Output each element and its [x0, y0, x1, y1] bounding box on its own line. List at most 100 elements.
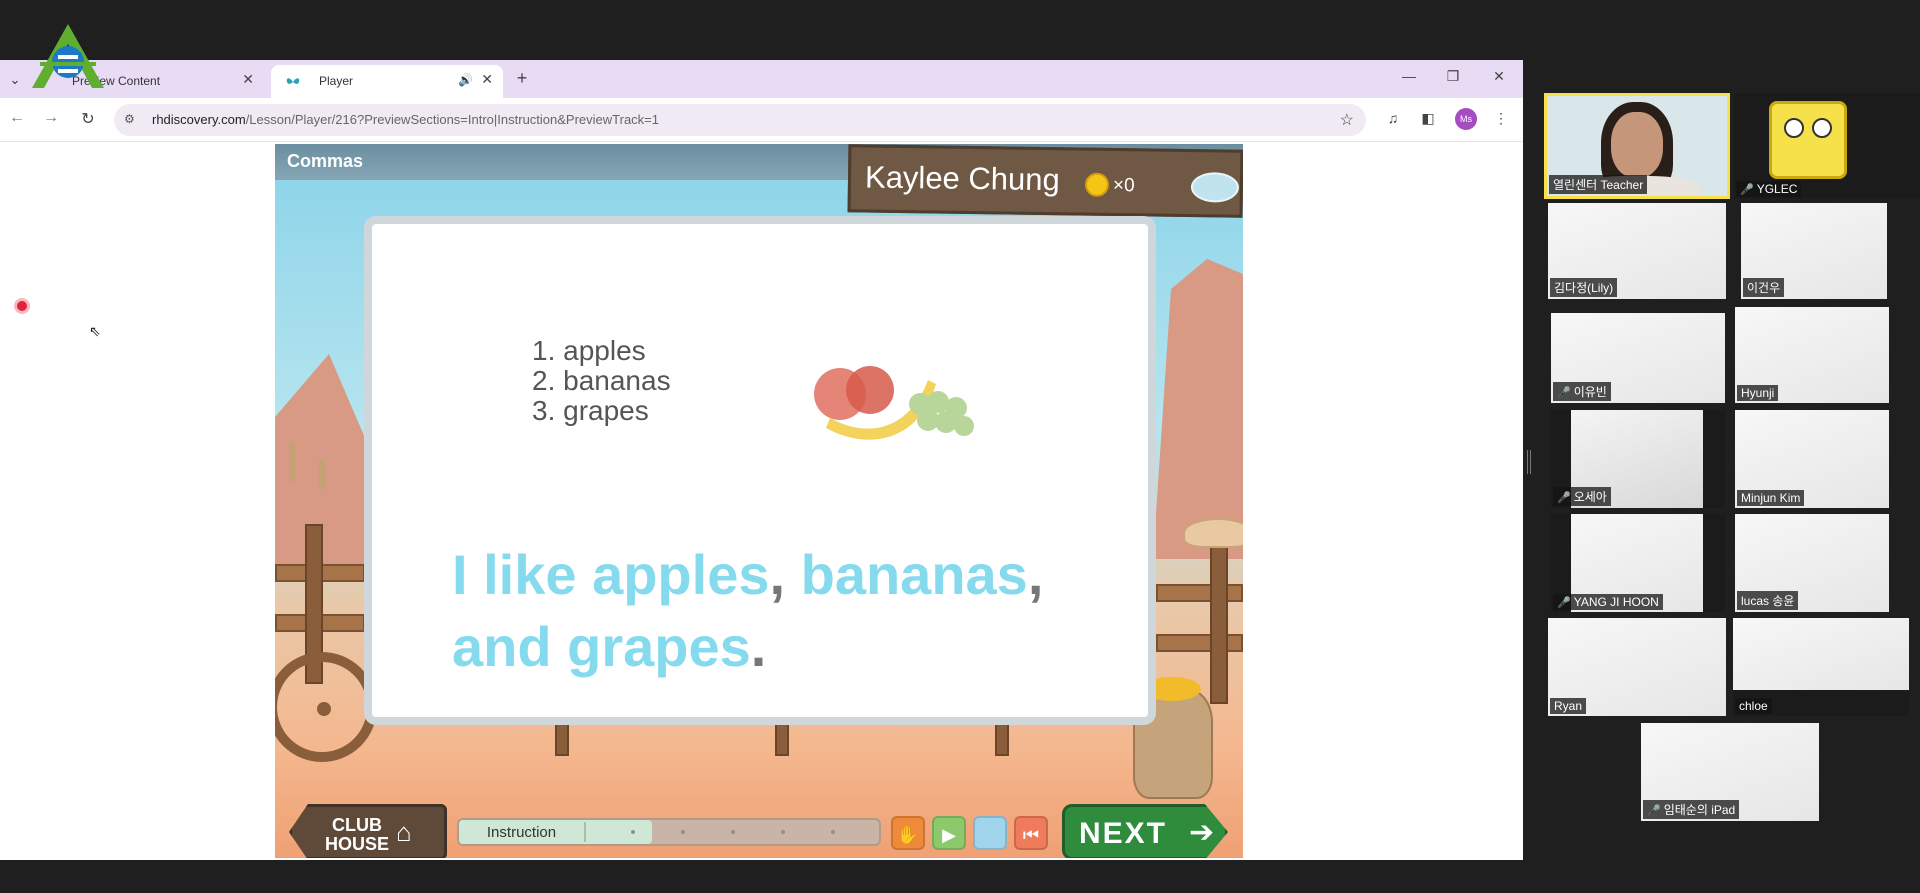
clubhouse-button[interactable]: CLUB HOUSE ⌂	[289, 804, 447, 858]
fence-post	[1210, 544, 1228, 704]
fence-rail	[1156, 634, 1243, 652]
butterfly-favicon-icon	[286, 78, 300, 84]
recording-indicator-icon	[17, 301, 27, 311]
house-arrow-icon: ⌂	[396, 817, 412, 847]
participant-name: Minjun Kim	[1737, 490, 1805, 506]
address-bar[interactable]: ⚙ rhdiscovery.com/Lesson/Player/216?Prev…	[114, 104, 1366, 136]
reload-button[interactable]: ↻	[77, 109, 99, 129]
back-button[interactable]: ←	[6, 109, 28, 127]
participant-tile[interactable]: lucas 송윤	[1735, 514, 1889, 612]
participant-tile[interactable]: 🎤 YGLEC	[1734, 93, 1920, 199]
coin-count: ×0	[1112, 174, 1135, 197]
site-info-icon[interactable]: ⚙	[124, 112, 135, 126]
fruit-illustration	[814, 366, 974, 440]
clubhouse-label: CLUB HOUSE	[324, 815, 389, 854]
progress-section-label: Instruction	[486, 824, 557, 841]
mesa-right	[1153, 259, 1243, 559]
lesson-card: 1. apples 2. bananas 3. grapes I like ap…	[364, 216, 1156, 725]
muted-mic-icon: 🎤	[1557, 492, 1571, 504]
progress-step-dot	[731, 830, 735, 834]
participant-tile[interactable]: 🎤 임태순의 iPad	[1641, 723, 1819, 821]
arrow-right-icon: ➔	[1189, 816, 1215, 849]
participant-tile[interactable]: 🎤 오세아	[1551, 410, 1725, 508]
rewind-button[interactable]: ⏮	[1014, 816, 1048, 850]
house-badge-icon[interactable]	[1190, 172, 1240, 203]
stop-button[interactable]	[973, 816, 1007, 850]
handshake-button[interactable]: ✋	[891, 816, 925, 850]
progress-step-dot	[781, 830, 785, 834]
student-name: Kaylee Chung	[864, 159, 1061, 198]
participant-name: chloe	[1735, 698, 1772, 714]
restore-button[interactable]: ❐	[1441, 68, 1465, 85]
tab-title: Player	[319, 74, 354, 88]
lesson-title: Commas	[287, 151, 364, 171]
lesson-player: Commas Kaylee Chung ×0 1. apples 2. bana…	[275, 144, 1243, 858]
period: .	[750, 615, 767, 678]
url-host: rhdiscovery.com	[152, 112, 246, 127]
close-tab-icon[interactable]: ✕	[481, 71, 493, 88]
page-viewport: ⇖ Commas Kaylee Chung ×0 1. apples 2. ba…	[0, 142, 1523, 860]
avatar-eye	[1784, 118, 1804, 138]
url-text[interactable]: rhdiscovery.com/Lesson/Player/216?Previe…	[152, 112, 659, 127]
side-panel-icon[interactable]: ◧	[1417, 110, 1439, 127]
participant-name: 🎤 YGLEC	[1736, 181, 1802, 197]
close-window-button[interactable]: ✕	[1487, 68, 1511, 85]
screen: ⌄ Preview Content ✕ Player 🔊 ✕ + — ❐ ✕ ←…	[0, 0, 1920, 893]
progress-step-dot	[631, 830, 635, 834]
list-item: 1. apples	[532, 335, 646, 366]
example-sentence: I like apples, bananas, and grapes.	[452, 539, 1112, 683]
comma: ,	[1027, 543, 1044, 606]
forward-button[interactable]: →	[40, 109, 62, 127]
participant-tile[interactable]: Minjun Kim	[1735, 410, 1889, 508]
participant-name: Hyunji	[1737, 385, 1779, 401]
next-button[interactable]: NEXT ➔	[1062, 804, 1228, 858]
participant-name: 🎤 이유빈	[1553, 382, 1611, 401]
muted-mic-icon: 🎤	[1557, 387, 1571, 399]
teacher-face	[1611, 112, 1663, 178]
browser-window: ⌄ Preview Content ✕ Player 🔊 ✕ + — ❐ ✕ ←…	[0, 60, 1523, 860]
profile-avatar[interactable]: Ms	[1455, 108, 1477, 130]
panel-resize-handle[interactable]	[1527, 450, 1531, 474]
muted-mic-icon: 🎤	[1557, 597, 1571, 609]
minimize-button[interactable]: —	[1397, 68, 1421, 84]
fence-post	[775, 722, 789, 756]
bookmark-star-icon[interactable]: ☆	[1340, 110, 1354, 130]
url-path: /Lesson/Player/216?PreviewSections=Intro…	[245, 112, 660, 127]
participant-tile[interactable]: 🎤 YANG JI HOON	[1551, 514, 1725, 612]
play-button[interactable]: ▶	[932, 816, 966, 850]
cowboy-hat	[1183, 518, 1243, 548]
speaker-icon[interactable]: 🔊	[458, 73, 473, 87]
participant-name: 🎤 YANG JI HOON	[1553, 594, 1663, 610]
sentence-segment: I like apples	[452, 543, 770, 606]
tab-player[interactable]: Player 🔊 ✕	[271, 65, 503, 98]
close-tab-icon[interactable]: ✕	[242, 71, 254, 88]
participant-tile[interactable]: Hyunji	[1735, 307, 1889, 403]
player-controls: CLUB HOUSE ⌂ Instruction ✋ ▶ ⏮ NEXT ➔	[275, 796, 1243, 858]
wheel-hub	[317, 702, 331, 716]
participant-name: lucas 송윤	[1737, 591, 1799, 610]
media-controls-icon[interactable]: ♫	[1382, 110, 1404, 126]
fence-post	[995, 722, 1009, 756]
new-tab-button[interactable]: +	[512, 68, 532, 89]
fence-post	[555, 722, 569, 756]
apple-icon	[814, 366, 894, 420]
tab-strip: ⌄ Preview Content ✕ Player 🔊 ✕ + — ❐ ✕	[0, 60, 1523, 98]
cactus	[289, 442, 295, 482]
sentence-segment: bananas	[785, 543, 1028, 606]
grapes-icon	[909, 391, 974, 436]
tab-search-button[interactable]: ⌄	[4, 69, 26, 91]
muted-mic-icon: 🎤	[1740, 184, 1754, 196]
sentence-segment: and grapes	[452, 615, 751, 678]
next-label: NEXT	[1079, 817, 1168, 850]
muted-mic-icon: 🎤	[1647, 805, 1661, 817]
participant-tile[interactable]: Ryan	[1548, 618, 1726, 716]
participant-tile[interactable]: 🎤 이유빈	[1551, 313, 1725, 403]
coin-icon	[1084, 172, 1110, 197]
participant-tile[interactable]: 이건우	[1741, 203, 1887, 299]
video-participant-panel: 열린센터 Teacher 🎤 YGLEC 김다정(Lily) 이건우 🎤 이유빈 H…	[1523, 60, 1920, 860]
participant-tile[interactable]: 열린센터 Teacher	[1544, 93, 1730, 199]
participant-tile[interactable]: 김다정(Lily)	[1548, 203, 1726, 299]
menu-icon[interactable]: ⋮	[1490, 110, 1512, 127]
participant-tile[interactable]: chloe	[1733, 618, 1909, 716]
list-item: 2. bananas	[532, 365, 671, 396]
